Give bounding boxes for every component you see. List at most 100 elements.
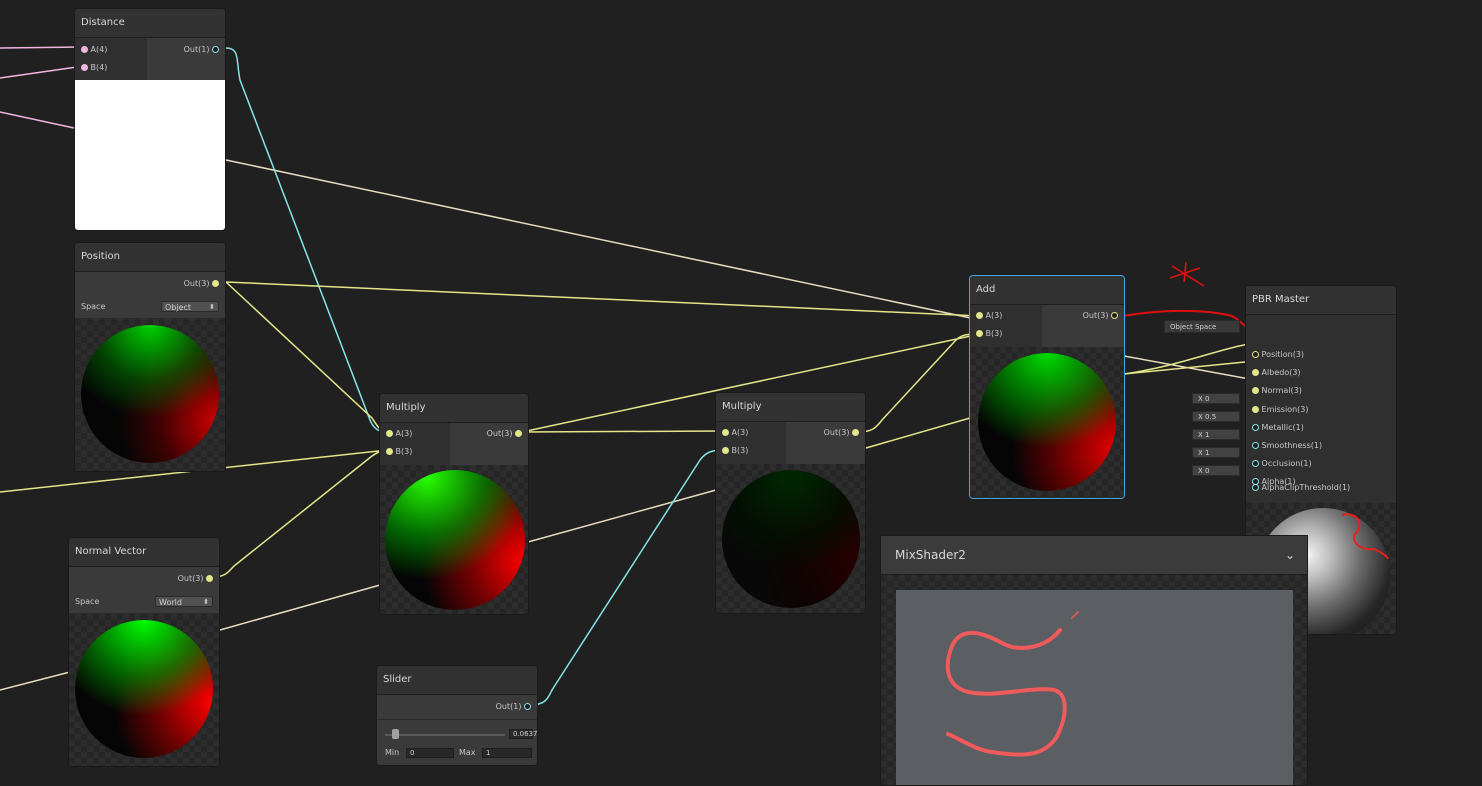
input-port-normal[interactable]: Normal(3): [1252, 384, 1302, 398]
max-field[interactable]: 1: [482, 748, 532, 758]
input-port-emission[interactable]: Emission(3): [1252, 403, 1308, 417]
normal-vector-node[interactable]: Normal Vector Out(3) Space World: [68, 537, 220, 767]
port-dot-icon[interactable]: [386, 430, 393, 437]
port-label: AlphaClipThreshold(1): [1261, 483, 1351, 492]
add-node[interactable]: Add A(3) B(3) Out(3): [969, 275, 1125, 499]
main-preview-canvas: [881, 575, 1307, 785]
port-dot-icon[interactable]: [1252, 460, 1259, 467]
axis-label: X: [1198, 413, 1203, 421]
position-space-label: Object Space: [1170, 323, 1217, 331]
port-dot-icon[interactable]: [212, 280, 219, 287]
port-dot-icon[interactable]: [1252, 442, 1259, 449]
input-port-a[interactable]: A(4): [81, 43, 107, 57]
port-dot-icon[interactable]: [81, 64, 88, 71]
default-value: 1: [1205, 449, 1210, 457]
port-dot-icon[interactable]: [1252, 351, 1259, 358]
input-port-metallic[interactable]: Metallic(1): [1252, 421, 1304, 435]
space-label: Space: [75, 597, 100, 606]
port-label: A(3): [395, 429, 413, 438]
space-dropdown[interactable]: World: [155, 596, 213, 608]
port-dot-icon[interactable]: [1252, 387, 1259, 394]
space-dropdown[interactable]: Object: [161, 301, 219, 313]
default-value: 0: [1205, 467, 1210, 475]
position-space-field[interactable]: Object Space: [1164, 320, 1240, 333]
port-dot-icon[interactable]: [1252, 424, 1259, 431]
port-label: B(4): [90, 63, 108, 72]
node-ports: A(4) B(4) Out(1): [75, 38, 225, 80]
input-port-b[interactable]: B(3): [722, 444, 748, 458]
node-title[interactable]: PBR Master: [1246, 286, 1396, 315]
port-dot-icon[interactable]: [386, 448, 393, 455]
output-port[interactable]: Out(3): [487, 427, 522, 441]
node-title[interactable]: Slider: [377, 666, 537, 695]
output-port[interactable]: Out(1): [496, 700, 531, 714]
input-port-a[interactable]: A(3): [722, 426, 748, 440]
input-port-position[interactable]: Position(3): [1252, 348, 1304, 362]
input-port-a[interactable]: A(3): [976, 309, 1002, 323]
node-title[interactable]: Position: [75, 243, 225, 272]
port-label: Occlusion(1): [1261, 459, 1312, 468]
port-label: Albedo(3): [1261, 368, 1301, 377]
multiply-node-2[interactable]: Multiply A(3) B(3) Out(3): [715, 392, 866, 614]
port-label: Out(3): [177, 574, 204, 583]
port-dot-icon[interactable]: [81, 46, 88, 53]
slider-track[interactable]: [385, 734, 505, 736]
node-title[interactable]: Distance: [75, 9, 225, 38]
port-dot-icon[interactable]: [852, 429, 859, 436]
port-dot-icon[interactable]: [976, 312, 983, 319]
output-port[interactable]: Out(3): [178, 572, 213, 586]
chevron-down-icon[interactable]: ⌄: [1285, 536, 1295, 574]
preview-sphere: [75, 620, 213, 758]
output-port[interactable]: Out(3): [1083, 309, 1118, 323]
port-dot-icon[interactable]: [1252, 484, 1259, 491]
node-title[interactable]: Normal Vector: [69, 538, 219, 567]
input-port-b[interactable]: B(4): [81, 61, 107, 75]
input-port-alpha-clip[interactable]: AlphaClipThreshold(1): [1252, 481, 1350, 495]
distance-node[interactable]: Distance A(4) B(4) Out(1): [74, 8, 226, 231]
port-dot-icon[interactable]: [1252, 369, 1259, 376]
multiply-node-1[interactable]: Multiply A(3) B(3) Out(3): [379, 393, 529, 615]
min-field[interactable]: 0: [406, 748, 454, 758]
input-port-a[interactable]: A(3): [386, 427, 412, 441]
smoothness-default-field[interactable]: X 0.5: [1192, 411, 1240, 422]
port-dot-icon[interactable]: [722, 429, 729, 436]
port-label: Out(1): [495, 702, 522, 711]
port-dot-icon[interactable]: [212, 46, 219, 53]
input-port-b[interactable]: B(3): [976, 327, 1002, 341]
port-label: Emission(3): [1261, 405, 1309, 414]
port-dot-icon[interactable]: [515, 430, 522, 437]
output-port[interactable]: Out(3): [184, 277, 219, 291]
main-preview-window[interactable]: MixShader2 ⌄: [880, 535, 1308, 786]
port-dot-icon[interactable]: [976, 330, 983, 337]
occlusion-default-field[interactable]: X 1: [1192, 429, 1240, 440]
input-port-albedo[interactable]: Albedo(3): [1252, 366, 1301, 380]
port-label: Metallic(1): [1261, 423, 1304, 432]
slider-node[interactable]: Slider Out(1) 0.0637 Min 0 Max 1: [376, 665, 538, 766]
alpha-clip-default-field[interactable]: X 0: [1192, 465, 1240, 476]
node-preview: [69, 614, 219, 766]
node-preview: [716, 464, 865, 613]
main-preview-title: MixShader2: [895, 548, 966, 562]
default-value: 0.5: [1205, 413, 1217, 421]
input-port-occlusion[interactable]: Occlusion(1): [1252, 457, 1312, 471]
port-dot-icon[interactable]: [722, 447, 729, 454]
input-port-b[interactable]: B(3): [386, 445, 412, 459]
slider-thumb[interactable]: [392, 729, 399, 739]
node-title[interactable]: Multiply: [380, 394, 528, 423]
node-title[interactable]: Add: [970, 276, 1124, 305]
position-node[interactable]: Position Out(3) Space Object: [74, 242, 226, 472]
port-dot-icon[interactable]: [206, 575, 213, 582]
metallic-default-field[interactable]: X 0: [1192, 393, 1240, 404]
port-dot-icon[interactable]: [524, 703, 531, 710]
node-title[interactable]: Multiply: [716, 393, 865, 422]
port-dot-icon[interactable]: [1111, 312, 1118, 319]
port-dot-icon[interactable]: [1252, 406, 1259, 413]
pbr-ports-extra: AlphaClipThreshold(1): [1246, 483, 1396, 503]
output-port[interactable]: Out(3): [824, 426, 859, 440]
output-port[interactable]: Out(1): [184, 43, 219, 57]
slider-value-field[interactable]: 0.0637: [509, 729, 537, 739]
port-label: Normal(3): [1261, 386, 1302, 395]
input-port-smoothness[interactable]: Smoothness(1): [1252, 439, 1322, 453]
alpha-default-field[interactable]: X 1: [1192, 447, 1240, 458]
main-preview-header[interactable]: MixShader2 ⌄: [881, 536, 1307, 575]
